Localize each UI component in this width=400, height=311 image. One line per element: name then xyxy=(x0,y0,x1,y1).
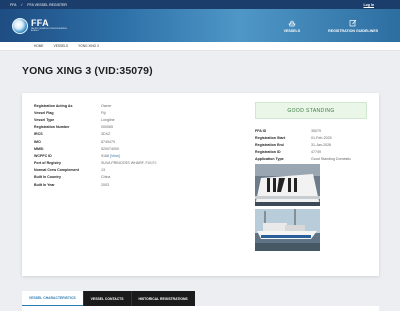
detail-row: Normal Crew Complement 13 xyxy=(34,167,156,174)
detail-label: WCPFC ID xyxy=(34,153,52,158)
detail-value: 2003 xyxy=(101,182,109,187)
detail-row: WCPFC ID 9168 [View] xyxy=(34,152,156,159)
header-banner: FFA PACIFIC ISLANDS FORUM FISHERIES AGEN… xyxy=(0,9,400,42)
page-title: YONG XING 3 (VID:35079) xyxy=(22,65,153,77)
top-crumb-home[interactable]: FFA xyxy=(10,3,16,7)
nav-vessels[interactable]: VESSELS xyxy=(283,19,301,33)
detail-row: IRCS 3DXZ xyxy=(34,131,156,138)
status-label: Application Type xyxy=(255,156,284,161)
status-row: Registration Start 01-Feb-2025 xyxy=(255,134,367,141)
detail-value: 520074000 xyxy=(101,146,119,151)
registration-status-panel: GOOD STANDING FFA ID 35079 Registration S… xyxy=(255,102,367,251)
top-bar: FFA / FFA VESSEL REGISTER Log In xyxy=(0,0,400,9)
detail-label: IMO xyxy=(34,139,41,144)
status-value: 01-Feb-2025 xyxy=(311,135,332,140)
main-nav: VESSELS REGISTRATION GUIDELINES xyxy=(284,19,378,33)
status-row: Application Type Good Standing Domestic xyxy=(255,155,367,162)
detail-value: Owner xyxy=(101,103,112,108)
nav-guidelines-label: REGISTRATION GUIDELINES xyxy=(328,28,378,33)
breadcrumb-current: YONG XING 3 xyxy=(78,44,99,48)
status-label: Registration Start xyxy=(255,135,286,140)
detail-tabs: VESSEL CHARACTERISTICS VESSEL CONTACTS H… xyxy=(22,291,195,306)
tab-historical-registrations[interactable]: HISTORICAL REGISTRATIONS xyxy=(130,291,195,306)
detail-label: Registration Number xyxy=(34,125,70,130)
detail-label: IRCS xyxy=(34,132,43,137)
login-link[interactable]: Log In xyxy=(364,3,375,7)
status-label: Registration ID xyxy=(255,149,281,154)
wcpfc-view-link[interactable]: [View] xyxy=(110,154,120,158)
status-value: 31-Jan-2026 xyxy=(311,142,332,147)
detail-value: 9168 xyxy=(101,153,109,158)
detail-row: Vessel Flag Fiji xyxy=(34,109,156,116)
status-row: Registration End 31-Jan-2026 xyxy=(255,141,367,148)
detail-row: MMSI 520074000 xyxy=(34,145,156,152)
vessel-photo-side[interactable] xyxy=(255,209,320,251)
nav-registration-guidelines[interactable]: REGISTRATION GUIDELINES xyxy=(328,19,378,33)
detail-value: 3DXZ xyxy=(101,132,111,137)
edit-icon xyxy=(349,19,357,26)
status-value: 35079 xyxy=(311,128,321,133)
vessel-photo-bow-image xyxy=(255,164,320,206)
detail-row: Port of Registry SUVA PRINCESS WHARF, FIJ… xyxy=(34,160,156,167)
detail-value: SUVA PRINCESS WHARF, FIJI,FJ xyxy=(101,161,157,166)
detail-value: China xyxy=(101,175,111,180)
status-label: FFA ID xyxy=(255,128,267,133)
top-crumb-register[interactable]: FFA VESSEL REGISTER xyxy=(27,3,67,7)
detail-row: Built In Year 2003 xyxy=(34,181,156,188)
ffa-logo-icon xyxy=(12,17,28,34)
detail-label: Built In Country xyxy=(34,175,61,180)
detail-label: Vessel Flag xyxy=(34,110,54,115)
status-row: Registration ID 47749 xyxy=(255,148,367,155)
status-value: Good Standing Domestic xyxy=(311,156,351,161)
ship-icon xyxy=(288,20,296,26)
detail-value: Fiji xyxy=(101,110,106,115)
logo-subtitle: PACIFIC ISLANDS FORUM FISHERIES AGENCY xyxy=(31,27,67,32)
detail-row: Registration Number 000065 xyxy=(34,124,156,131)
status-label: Registration End xyxy=(255,142,284,147)
logo-title: FFA xyxy=(31,17,49,28)
detail-label: Registration Acting As xyxy=(34,103,73,108)
detail-row: IMO 8749479 xyxy=(34,138,156,145)
vessel-details-list: Registration Acting As Owner Vessel Flag F… xyxy=(34,102,156,188)
detail-label: Port of Registry xyxy=(34,161,61,166)
tab-vessel-characteristics[interactable]: VESSEL CHARACTERISTICS xyxy=(22,291,83,306)
detail-value: Longline xyxy=(101,117,115,122)
top-crumb-separator: / xyxy=(21,2,23,7)
detail-row: Vessel Type Longline xyxy=(34,116,156,123)
detail-value: 8749479 xyxy=(101,139,115,144)
vessel-photo-side-image xyxy=(255,209,320,251)
vessel-details-card: Registration Acting As Owner Vessel Flag F… xyxy=(22,93,379,276)
breadcrumb-home[interactable]: HOME xyxy=(34,44,44,48)
status-value: 47749 xyxy=(311,149,321,154)
top-breadcrumb: FFA / FFA VESSEL REGISTER xyxy=(10,3,67,7)
status-badge: GOOD STANDING xyxy=(255,102,367,119)
detail-row: Built In Country China xyxy=(34,174,156,181)
detail-value: 13 xyxy=(101,168,105,173)
breadcrumb-vessels[interactable]: VESSELS xyxy=(54,44,69,48)
detail-value: 000065 xyxy=(101,125,113,130)
detail-label: Vessel Type xyxy=(34,117,55,122)
breadcrumb: HOME VESSELS YONG XING 3 xyxy=(0,42,400,51)
status-row: FFA ID 35079 xyxy=(255,127,367,134)
detail-label: MMSI xyxy=(34,146,44,151)
ffa-logo[interactable]: FFA PACIFIC ISLANDS FORUM FISHERIES AGEN… xyxy=(12,17,71,34)
tab-panel xyxy=(22,306,379,311)
vessel-photo-bow[interactable] xyxy=(255,164,320,206)
detail-label: Normal Crew Complement xyxy=(34,168,79,173)
detail-label: Built In Year xyxy=(34,182,55,187)
tab-vessel-contacts[interactable]: VESSEL CONTACTS xyxy=(82,291,131,306)
detail-row: Registration Acting As Owner xyxy=(34,102,156,109)
nav-vessels-label: VESSELS xyxy=(283,28,301,33)
